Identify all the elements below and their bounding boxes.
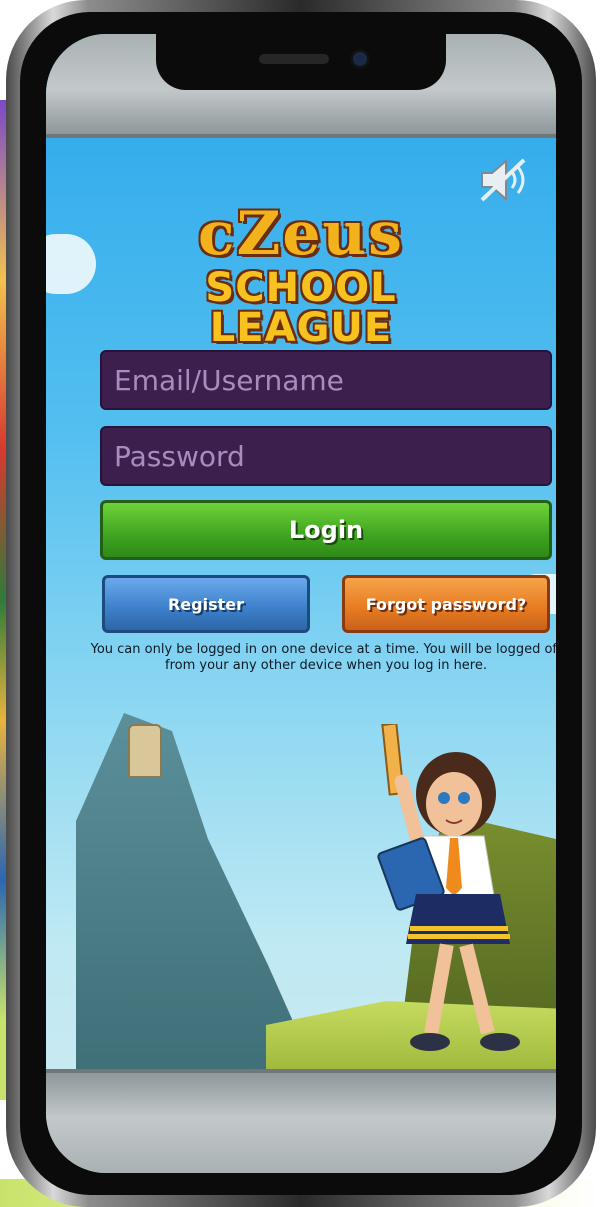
password-input[interactable] <box>100 426 552 486</box>
register-button[interactable]: Register <box>102 575 310 633</box>
single-device-notice: You can only be logged in on one device … <box>90 642 556 673</box>
forgot-password-label: Forgot password? <box>365 594 527 614</box>
phone-speaker <box>259 54 329 64</box>
login-button-label: Login <box>288 516 364 544</box>
stone-frame-bottom <box>46 1069 556 1173</box>
app-logo: cZeus SCHOOL LEAGUE <box>161 204 441 348</box>
logo-subtitle: SCHOOL LEAGUE <box>205 265 397 351</box>
logo-title: cZeus <box>198 199 404 269</box>
student-character-illustration <box>377 724 520 1051</box>
tower-illustration <box>128 724 162 778</box>
cloud <box>46 234 96 294</box>
app-screen: cZeus SCHOOL LEAGUE Login Register Forgo… <box>46 34 556 1173</box>
phone-frame: cZeus SCHOOL LEAGUE Login Register Forgo… <box>6 0 596 1207</box>
front-camera-icon <box>353 52 367 66</box>
speaker-muted-icon <box>480 158 526 202</box>
mountain-illustration <box>76 713 316 1073</box>
sound-toggle-button[interactable] <box>474 154 534 206</box>
login-button[interactable]: Login <box>100 500 552 560</box>
register-button-label: Register <box>167 594 245 614</box>
phone-bezel: cZeus SCHOOL LEAGUE Login Register Forgo… <box>20 12 582 1195</box>
forgot-password-button[interactable]: Forgot password? <box>342 575 550 633</box>
email-username-input[interactable] <box>100 350 552 410</box>
phone-notch <box>156 34 446 90</box>
